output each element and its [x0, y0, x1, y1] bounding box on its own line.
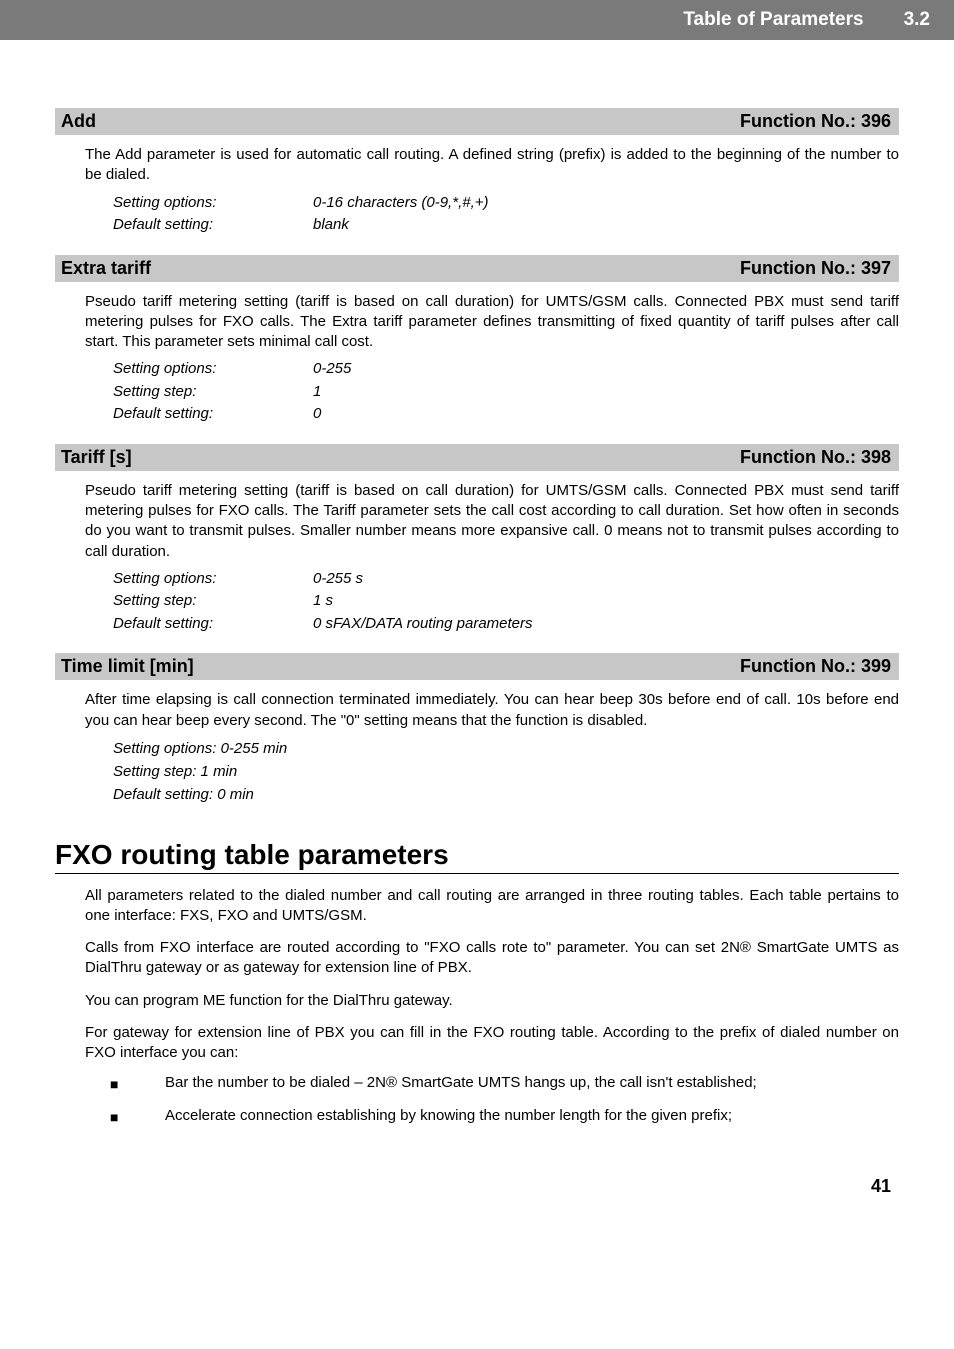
kv-row: Default setting: 0 sFAX/DATA routing par…: [113, 613, 899, 636]
kv-row: Default setting: 0: [113, 403, 899, 426]
top-banner: Table of Parameters 3.2: [0, 0, 954, 40]
description: Pseudo tariff metering setting (tariff i…: [85, 292, 899, 353]
bullet-item: Bar the number to be dialed – 2N® SmartG…: [110, 1073, 899, 1093]
section-paragraph: For gateway for extension line of PBX yo…: [85, 1023, 899, 1064]
kv-value: 0: [313, 403, 899, 426]
section-paragraph: Calls from FXO interface are routed acco…: [85, 938, 899, 979]
kv-row: Setting options: 0-16 characters (0-9,*,…: [113, 192, 899, 215]
kv-value: 1: [313, 381, 899, 404]
kv-key: Default setting:: [113, 214, 313, 237]
kv-key: Default setting:: [113, 613, 313, 636]
header-left: Tariff [s]: [61, 447, 132, 468]
kv-row: Default setting: blank: [113, 214, 899, 237]
header-right: Function No.: 398: [740, 447, 891, 468]
banner-title: Table of Parameters: [683, 9, 863, 31]
kv-value: 0-255 s: [313, 568, 899, 591]
page-content: Add Function No.: 396 The Add parameter …: [0, 60, 954, 1237]
banner-section: 3.2: [904, 9, 930, 31]
kv-row: Setting options: 0-255: [113, 358, 899, 381]
kv-row: Setting step: 1 s: [113, 590, 899, 613]
section-paragraph: All parameters related to the dialed num…: [85, 886, 899, 927]
function-header-tariff-s: Tariff [s] Function No.: 398: [55, 444, 899, 471]
header-right: Function No.: 397: [740, 258, 891, 279]
section-paragraph: You can program ME function for the Dial…: [85, 991, 899, 1011]
kv-key: Default setting:: [113, 403, 313, 426]
kv-key: Setting options:: [113, 192, 313, 215]
header-left: Add: [61, 111, 96, 132]
header-left: Extra tariff: [61, 258, 151, 279]
kv-key: Setting step:: [113, 590, 313, 613]
bullet-list: Bar the number to be dialed – 2N® SmartG…: [110, 1073, 899, 1126]
header-right: Function No.: 399: [740, 656, 891, 677]
kv-key: Setting step:: [113, 381, 313, 404]
kv-value: 0-16 characters (0-9,*,#,+): [313, 192, 899, 215]
header-right: Function No.: 396: [740, 111, 891, 132]
kv-value: 0 sFAX/DATA routing parameters: [313, 613, 899, 636]
kv-row: Setting options: 0-255 s: [113, 568, 899, 591]
kv-single: Setting step: 1 min: [113, 760, 899, 783]
kv-single: Default setting: 0 min: [113, 783, 899, 806]
bullet-item: Accelerate connection establishing by kn…: [110, 1106, 899, 1126]
kv-row: Setting step: 1: [113, 381, 899, 404]
kv-key: Setting options:: [113, 568, 313, 591]
page-number: 41: [55, 1176, 899, 1197]
section-heading: FXO routing table parameters: [55, 839, 899, 874]
header-left: Time limit [min]: [61, 656, 194, 677]
function-header-add: Add Function No.: 396: [55, 108, 899, 135]
description: After time elapsing is call connection t…: [85, 690, 899, 731]
kv-value: 1 s: [313, 590, 899, 613]
function-header-extra-tariff: Extra tariff Function No.: 397: [55, 255, 899, 282]
description: The Add parameter is used for automatic …: [85, 145, 899, 186]
kv-value: blank: [313, 214, 899, 237]
description: Pseudo tariff metering setting (tariff i…: [85, 481, 899, 562]
function-header-time-limit: Time limit [min] Function No.: 399: [55, 653, 899, 680]
kv-value: 0-255: [313, 358, 899, 381]
kv-single: Setting options: 0-255 min: [113, 737, 899, 760]
kv-key: Setting options:: [113, 358, 313, 381]
